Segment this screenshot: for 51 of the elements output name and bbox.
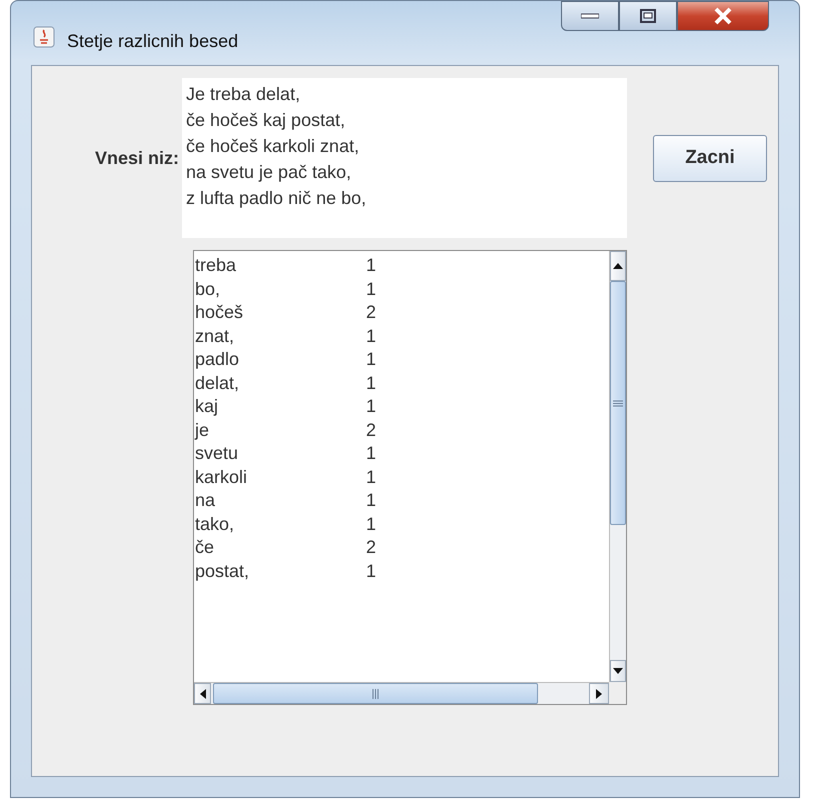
word-text: postat, bbox=[194, 560, 250, 583]
right-arrow-icon bbox=[596, 688, 602, 698]
count-text: 1 bbox=[366, 512, 376, 536]
count-text: 1 bbox=[366, 254, 376, 277]
word-text: karkoli bbox=[194, 466, 248, 488]
count-text: 2 bbox=[366, 301, 376, 324]
minimize-button[interactable] bbox=[561, 1, 619, 31]
count-text: 1 bbox=[366, 324, 376, 348]
left-arrow-icon bbox=[200, 688, 206, 698]
scroll-right-button[interactable] bbox=[589, 683, 609, 704]
word-text: svetu bbox=[194, 442, 240, 465]
maximize-button[interactable] bbox=[619, 1, 677, 31]
grip-icon bbox=[372, 688, 379, 698]
scroll-thumb[interactable] bbox=[213, 683, 538, 704]
count-text: 1 bbox=[366, 372, 376, 394]
word-text: bo, bbox=[194, 278, 222, 300]
count-text: 1 bbox=[366, 442, 376, 465]
down-arrow-icon bbox=[613, 668, 623, 674]
count-text: 2 bbox=[366, 418, 376, 442]
word-text: padlo bbox=[194, 348, 240, 371]
count-text: 2 bbox=[366, 536, 376, 559]
close-icon bbox=[713, 7, 733, 25]
count-text: 1 bbox=[366, 560, 376, 582]
count-text: 1 bbox=[366, 278, 376, 300]
word-text: hočeš bbox=[194, 301, 244, 324]
word-text: na bbox=[194, 489, 216, 512]
window-title: Stetje razlicnih besed bbox=[67, 30, 238, 53]
maximize-icon bbox=[640, 9, 656, 23]
count-text: 1 bbox=[366, 466, 376, 488]
up-arrow-icon bbox=[613, 263, 623, 269]
close-button[interactable] bbox=[677, 1, 769, 31]
scroll-left-button[interactable] bbox=[194, 683, 211, 704]
word-text: znat, bbox=[194, 324, 236, 348]
word-text: kaj bbox=[194, 395, 220, 418]
scroll-up-button[interactable] bbox=[610, 251, 626, 281]
minimize-icon bbox=[581, 13, 599, 19]
word-text: delat, bbox=[194, 372, 240, 394]
grip-icon bbox=[613, 400, 623, 406]
start-button[interactable]: Zacni bbox=[653, 134, 767, 182]
word-text: treba bbox=[194, 254, 238, 277]
word-text: tako, bbox=[194, 512, 236, 536]
count-text: 1 bbox=[366, 395, 376, 418]
count-text: 1 bbox=[366, 348, 376, 371]
app-icon bbox=[33, 26, 55, 48]
word-text: je bbox=[194, 418, 210, 442]
word-text: če bbox=[194, 536, 216, 559]
input-label: Vnesi niz: bbox=[94, 146, 180, 170]
text-area[interactable]: Je treba delat, če hočeš kaj postat, če hočeš karkoli znat, na svetu je pač tako, z lufta padlo nič ne bo, bbox=[182, 78, 627, 238]
count-text: 1 bbox=[366, 489, 376, 512]
scroll-thumb[interactable] bbox=[610, 281, 626, 525]
scroll-down-button[interactable] bbox=[610, 660, 626, 682]
